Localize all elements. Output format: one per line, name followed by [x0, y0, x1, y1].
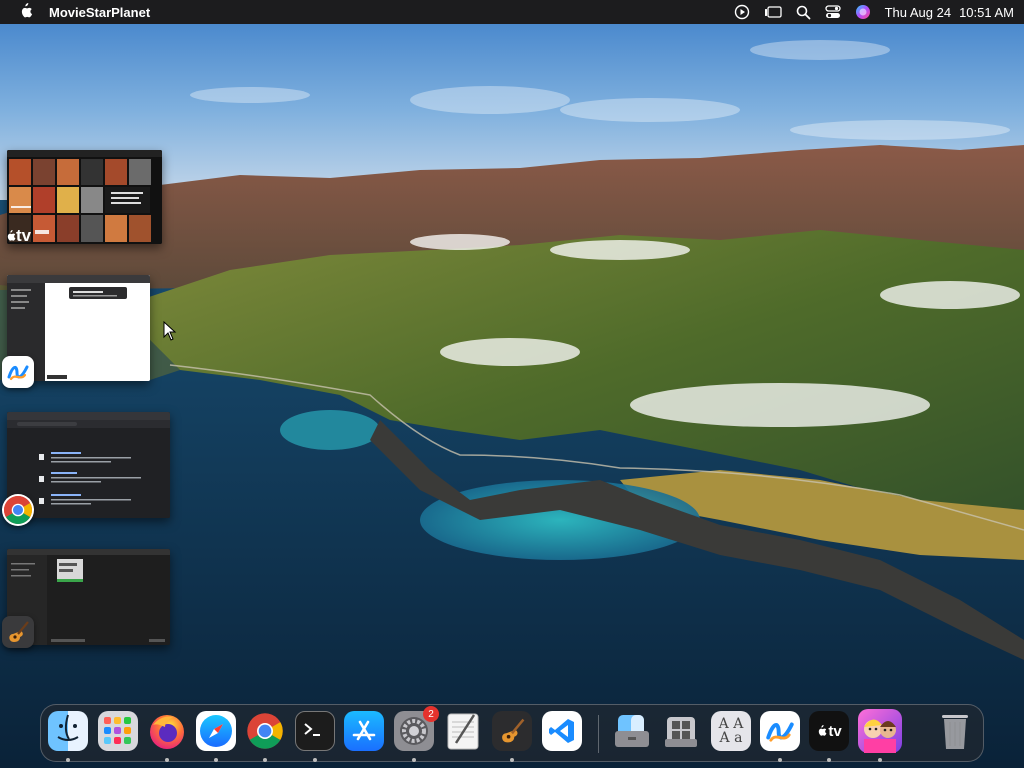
dock-separator — [598, 715, 599, 753]
mouse-cursor — [163, 321, 177, 341]
dock-apple-tv[interactable]: tv — [809, 711, 849, 751]
dock-vscode[interactable] — [542, 711, 582, 751]
stage-group-apple-tv[interactable]: tv — [0, 148, 165, 248]
dock-apple-tv-label: tv — [828, 722, 842, 740]
dock-system-settings-running-indicator — [412, 758, 416, 762]
garageband-icon[interactable] — [2, 616, 34, 648]
dock-apple-tv-running-indicator — [827, 758, 831, 762]
menu-bar: MovieStarPlanet Thu Aug 24 10:51 AM — [0, 0, 1024, 24]
dock-finder-running-indicator — [66, 758, 70, 762]
play-circle-icon[interactable] — [734, 4, 750, 20]
dock-garageband[interactable] — [492, 711, 532, 751]
chrome-icon[interactable] — [2, 494, 34, 526]
dock-moviestarplanet-running-indicator — [878, 758, 882, 762]
dock-terminal-running-indicator — [313, 758, 317, 762]
dock-moviestarplanet[interactable] — [858, 709, 902, 753]
dock-trash[interactable] — [935, 711, 975, 751]
dock-terminal[interactable] — [295, 711, 335, 751]
control-center-icon[interactable] — [824, 5, 841, 19]
font-book-glyph-row-2: A a — [719, 730, 743, 746]
dock-freeform[interactable] — [760, 711, 800, 751]
menubar-date: Thu Aug 24 — [884, 4, 952, 20]
dock: 2 A A A a tv — [40, 704, 984, 762]
font-book-glyph-row-1: A A — [718, 716, 744, 732]
stage-manager-icon[interactable] — [764, 4, 782, 20]
active-app-menu[interactable]: MovieStarPlanet — [49, 5, 150, 20]
dock-migration-assistant[interactable] — [612, 711, 652, 751]
apple-tv-badge-label: tv — [15, 226, 32, 245]
dock-font-book[interactable]: A A A a — [711, 711, 751, 751]
dock-textedit[interactable] — [443, 711, 483, 751]
menubar-clock[interactable]: Thu Aug 24 10:51 AM — [885, 5, 1014, 20]
apple-tv-icon[interactable]: tv — [2, 220, 34, 252]
dock-launchpad[interactable] — [98, 711, 138, 751]
freeform-icon[interactable] — [2, 356, 34, 388]
apple-menu-icon[interactable] — [18, 2, 33, 22]
system-settings-badge: 2 — [423, 706, 439, 722]
dock-app-store[interactable] — [344, 711, 384, 751]
dock-safari-running-indicator — [214, 758, 218, 762]
dock-chrome[interactable] — [245, 711, 285, 751]
dock-firefox[interactable] — [147, 711, 187, 751]
siri-icon[interactable] — [855, 4, 871, 20]
dock-firefox-running-indicator — [165, 758, 169, 762]
dock-safari[interactable] — [196, 711, 236, 751]
stage-group-garageband[interactable] — [0, 546, 172, 656]
dock-chrome-running-indicator — [263, 758, 267, 762]
stage-group-chrome[interactable] — [0, 408, 172, 526]
dock-system-settings[interactable]: 2 — [394, 706, 439, 751]
dock-bootcamp-assistant[interactable] — [661, 711, 701, 751]
stage-group-freeform[interactable] — [0, 272, 155, 390]
dock-finder[interactable] — [48, 711, 88, 751]
menubar-time: 10:51 AM — [959, 4, 1014, 20]
dock-garageband-running-indicator — [510, 758, 514, 762]
search-icon[interactable] — [796, 5, 811, 20]
dock-freeform-running-indicator — [778, 758, 782, 762]
